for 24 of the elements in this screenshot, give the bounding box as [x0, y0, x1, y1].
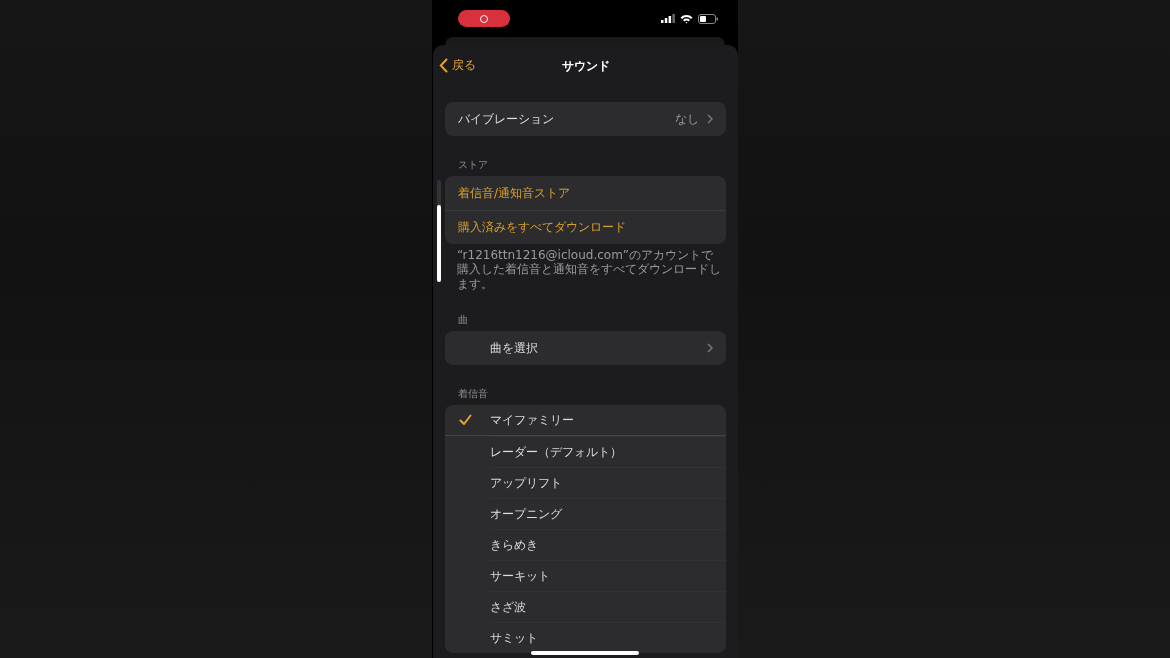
ringtone-item[interactable]: レーダー（デフォルト） [445, 436, 726, 468]
ringtone-item[interactable]: サーキット [445, 560, 726, 592]
ringtone-item[interactable]: オープニング [445, 498, 726, 530]
section-header: ストア [457, 158, 489, 172]
store-link[interactable]: 着信音/通知音ストア [445, 176, 726, 210]
checkmark-icon [459, 414, 472, 427]
choose-song-row[interactable]: 曲を選択 [445, 331, 726, 366]
signal-icon [661, 14, 675, 23]
chevron-left-icon [439, 58, 448, 73]
store-link[interactable]: 購入済みをすべてダウンロード [445, 210, 726, 244]
wifi-icon [680, 13, 693, 24]
ringtone-item[interactable]: きらめき [445, 529, 726, 561]
back-button[interactable]: 戻る [439, 57, 476, 74]
chevron-right-icon [707, 343, 713, 354]
ringtone-item[interactable]: アップリフト [445, 467, 726, 499]
footnote-text: “r1216ttn1216@icloud.com”のアカウントで購入した着信音と通知音をすべてダウンロードします。 [456, 247, 722, 292]
section-header: 着信音 [457, 387, 489, 402]
vibration-row[interactable]: バイブレーション なし [445, 102, 726, 136]
screen-title: サウンド [561, 57, 610, 75]
battery-icon [698, 13, 718, 24]
chevron-right-icon [707, 114, 713, 124]
ringtone-item[interactable]: さざ波 [445, 591, 726, 623]
section-header: 曲 [457, 313, 469, 328]
ringtone-item[interactable]: マイファミリー [445, 405, 726, 437]
